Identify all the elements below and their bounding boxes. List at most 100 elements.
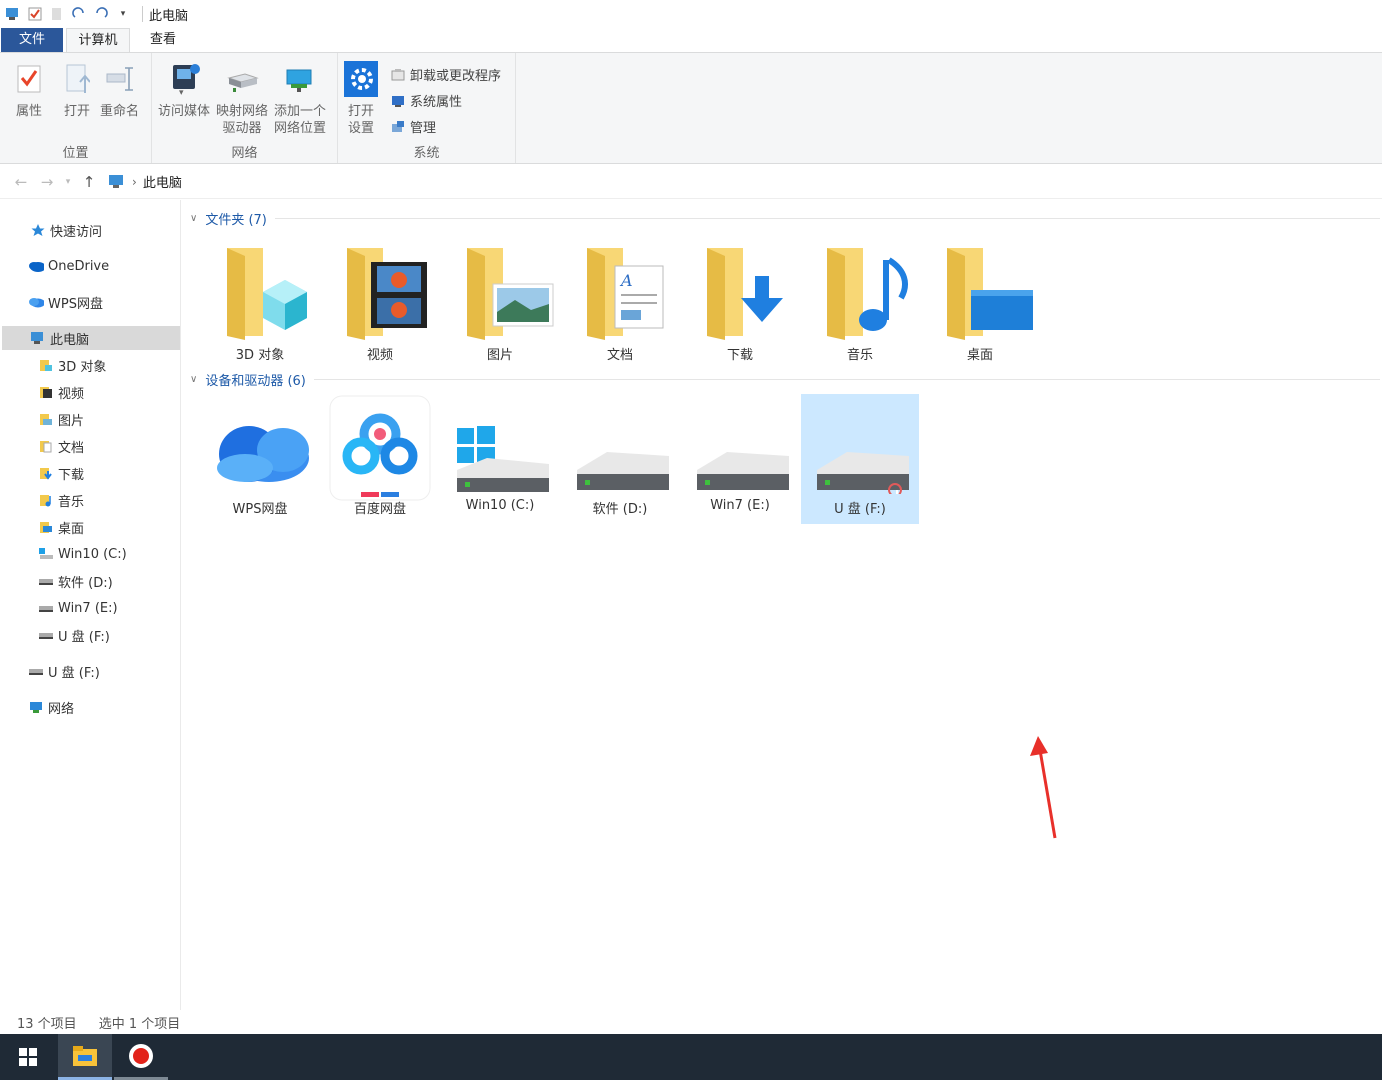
folder-tile-music[interactable]: 音乐 — [801, 240, 919, 370]
hard-drive-icon — [685, 394, 795, 494]
drive-icon — [38, 573, 54, 589]
record-icon — [129, 1043, 153, 1068]
open-settings-button[interactable]: 打开 设置 — [344, 59, 378, 137]
folder-tile-desktop[interactable]: 桌面 — [921, 240, 1039, 370]
media-icon: ▾ — [167, 59, 201, 99]
taskbar-file-explorer[interactable] — [58, 1034, 112, 1080]
section-divider — [313, 378, 1380, 380]
sidebar-item-win10-c[interactable]: Win10 (C:) — [38, 542, 127, 566]
folder-tile-downloads[interactable]: 下载 — [681, 240, 799, 370]
breadcrumb-this-pc[interactable]: 此电脑 — [143, 172, 182, 191]
sidebar-label-quick-access: 快速访问 — [50, 224, 103, 240]
map-network-drive-button[interactable]: 映射网络 驱动器 — [216, 59, 268, 137]
tab-file[interactable]: 文件 — [1, 28, 63, 52]
manage-icon — [390, 119, 406, 135]
add-location-label-line2: 网络位置 — [274, 121, 327, 136]
properties-quick-icon[interactable] — [26, 5, 44, 23]
sidebar-item-quick-access[interactable]: 快速访问 — [30, 218, 102, 242]
device-tile-usb-f[interactable]: U 盘 (F:) — [801, 394, 919, 524]
navigation-pane: 快速访问 OneDrive WPS网盘 此电脑 3D 对象 视频 图片 文档 下… — [0, 200, 181, 1010]
sidebar-item-usb-root[interactable]: U 盘 (F:) — [28, 659, 100, 683]
music-folder-icon — [805, 240, 915, 340]
documents-folder-icon: A — [565, 240, 675, 340]
collapse-chevron-icon[interactable]: ∨ — [190, 374, 197, 385]
folders-section-header[interactable]: ∨ 文件夹 (7) — [190, 208, 1380, 228]
device-tile-wps-cloud[interactable]: WPS网盘 — [201, 394, 319, 524]
sidebar-label-documents: 文档 — [58, 440, 85, 456]
folder-label: 视频 — [366, 348, 393, 363]
sidebar-item-desktop[interactable]: 桌面 — [38, 515, 84, 539]
properties-label: 属性 — [15, 104, 42, 119]
folder-label: 图片 — [486, 348, 513, 363]
add-network-location-button[interactable]: 添加一个 网络位置 — [274, 59, 326, 137]
sidebar-item-onedrive[interactable]: OneDrive — [28, 254, 109, 278]
videos-icon — [38, 384, 54, 400]
network-group-label: 网络 — [231, 146, 258, 161]
sidebar-item-music[interactable]: 音乐 — [38, 488, 84, 512]
tab-computer[interactable]: 计算机 — [66, 28, 130, 52]
manage-button[interactable]: 管理 — [390, 117, 436, 136]
sidebar-item-wps-cloud[interactable]: WPS网盘 — [28, 290, 103, 314]
ribbon-group-location: 属性 打开 重命名 位置 — [0, 53, 152, 163]
sidebar-item-3d-objects[interactable]: 3D 对象 — [38, 353, 106, 377]
sidebar-item-downloads[interactable]: 下载 — [38, 461, 84, 485]
sidebar-label-software-d: 软件 (D:) — [58, 575, 113, 591]
quick-access-dropdown-icon[interactable]: ▾ — [114, 5, 132, 23]
device-tile-win7-e[interactable]: Win7 (E:) — [681, 394, 799, 524]
windows-drive-icon — [445, 394, 555, 494]
folder-tile-3d-objects[interactable]: 3D 对象 — [201, 240, 319, 370]
sidebar-item-pictures[interactable]: 图片 — [38, 407, 84, 431]
system-properties-button[interactable]: 系统属性 — [390, 91, 462, 110]
content-pane: ∨ 文件夹 (7) 3D 对象 视频 图片 A 文档 下载 音乐 桌面 ∨ 设备… — [182, 200, 1382, 1010]
system-properties-label: 系统属性 — [410, 95, 463, 110]
uninstall-program-button[interactable]: 卸载或更改程序 — [390, 65, 501, 84]
collapse-chevron-icon[interactable]: ∨ — [190, 213, 197, 224]
wps-cloud-icon — [28, 294, 44, 310]
this-pc-icon[interactable] — [4, 5, 22, 23]
device-tile-win10-c[interactable]: Win10 (C:) — [441, 394, 559, 524]
folder-tile-pictures[interactable]: 图片 — [441, 240, 559, 370]
network-drive-icon — [225, 59, 259, 99]
back-arrow-icon[interactable]: ← — [8, 173, 34, 191]
svg-text:▾: ▾ — [179, 88, 184, 97]
rename-button[interactable]: 重命名 — [100, 59, 139, 120]
sidebar-item-documents[interactable]: 文档 — [38, 434, 84, 458]
device-tile-baidu-netdisk[interactable]: 百度网盘 — [321, 394, 439, 524]
device-tile-software-d[interactable]: 软件 (D:) — [561, 394, 679, 524]
taskbar-screen-recorder[interactable] — [114, 1034, 168, 1080]
pictures-folder-icon — [445, 240, 555, 340]
up-arrow-icon[interactable]: ↑ — [76, 173, 102, 191]
redo-icon[interactable] — [70, 5, 88, 23]
folder-label: 音乐 — [846, 348, 873, 363]
start-button[interactable] — [0, 1034, 56, 1080]
network-icon — [28, 699, 44, 715]
properties-button[interactable]: 属性 — [12, 59, 46, 120]
sidebar-item-usb-f[interactable]: U 盘 (F:) — [38, 623, 110, 647]
breadcrumb-chevron-icon[interactable]: › — [132, 175, 137, 189]
devices-header-label: 设备和驱动器 (6) — [205, 373, 306, 389]
sidebar-item-software-d[interactable]: 软件 (D:) — [38, 569, 113, 593]
folder-tile-videos[interactable]: 视频 — [321, 240, 439, 370]
folder-tile-documents[interactable]: A 文档 — [561, 240, 679, 370]
item-count: 13 个项目 — [17, 1016, 77, 1032]
devices-section-header[interactable]: ∨ 设备和驱动器 (6) — [190, 369, 1380, 389]
device-label: Win7 (E:) — [710, 498, 770, 513]
undo-icon[interactable] — [92, 5, 110, 23]
sidebar-item-this-pc[interactable]: 此电脑 — [2, 326, 180, 350]
window-title: 此电脑 — [149, 8, 189, 24]
sidebar-item-win7-e[interactable]: Win7 (E:) — [38, 596, 118, 620]
forward-arrow-icon[interactable]: → — [34, 173, 60, 191]
documents-icon — [38, 438, 54, 454]
device-label: 软件 (D:) — [592, 502, 648, 517]
recent-locations-chevron-icon[interactable]: ▾ — [60, 177, 76, 187]
ribbon-group-system: 打开 设置 卸载或更改程序 系统属性 管理 系统 — [338, 53, 516, 163]
this-pc-breadcrumb-icon — [108, 174, 126, 190]
title-divider — [142, 6, 143, 22]
access-media-button[interactable]: ▾ 访问媒体 — [158, 59, 210, 120]
device-label: Win10 (C:) — [465, 498, 535, 513]
tab-view[interactable]: 查看 — [134, 28, 192, 52]
open-button[interactable]: 打开 — [60, 59, 94, 120]
sidebar-item-videos[interactable]: 视频 — [38, 380, 84, 404]
new-folder-quick-icon[interactable] — [48, 5, 66, 23]
sidebar-item-network[interactable]: 网络 — [28, 695, 74, 719]
